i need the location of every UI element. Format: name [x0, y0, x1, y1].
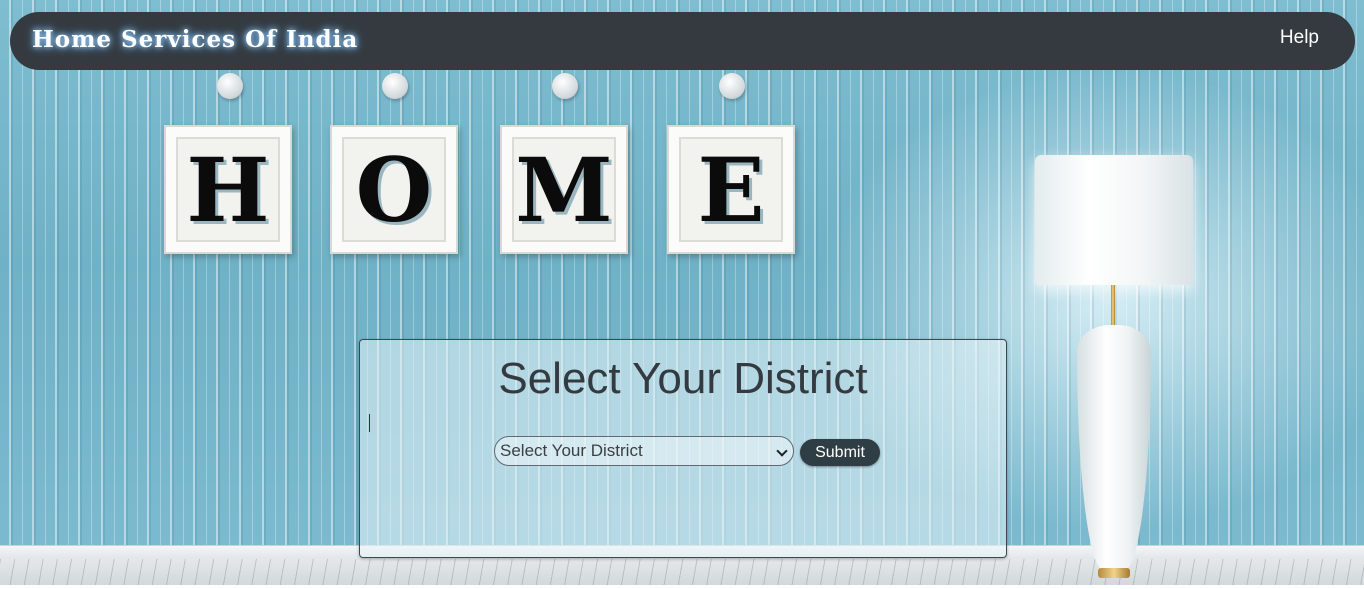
lamp-stem [1111, 285, 1115, 327]
district-select-value: Select Your District [500, 441, 643, 460]
page-title: Select Your District [498, 354, 868, 403]
lamp-base [1098, 568, 1130, 578]
navbar: Home Services Of India Help [10, 12, 1355, 70]
help-link[interactable]: Help [1280, 27, 1319, 49]
district-selector-panel: Select Your District Select Your Distric… [359, 339, 1007, 558]
chevron-down-icon [776, 445, 788, 457]
hook [382, 73, 408, 99]
hook [217, 73, 243, 99]
home-letter-frame: H [164, 125, 292, 254]
hook [719, 73, 745, 99]
home-letter-frame: M [500, 125, 628, 254]
lamp-body [1077, 325, 1151, 570]
frame-letter: E [697, 137, 765, 242]
floor [0, 559, 1364, 585]
brand-logo[interactable]: Home Services Of India [32, 26, 358, 53]
hook [552, 73, 578, 99]
submit-button[interactable]: Submit [800, 439, 880, 466]
frame-letter: H [186, 137, 270, 242]
home-letter-frame: O [330, 125, 458, 254]
lamp-shade [1035, 155, 1193, 285]
home-letter-frame: E [667, 125, 795, 254]
text-caret [369, 414, 370, 432]
frame-letter: M [515, 137, 613, 242]
district-select[interactable]: Select Your District [494, 436, 794, 466]
frame-letter: O [355, 137, 433, 242]
